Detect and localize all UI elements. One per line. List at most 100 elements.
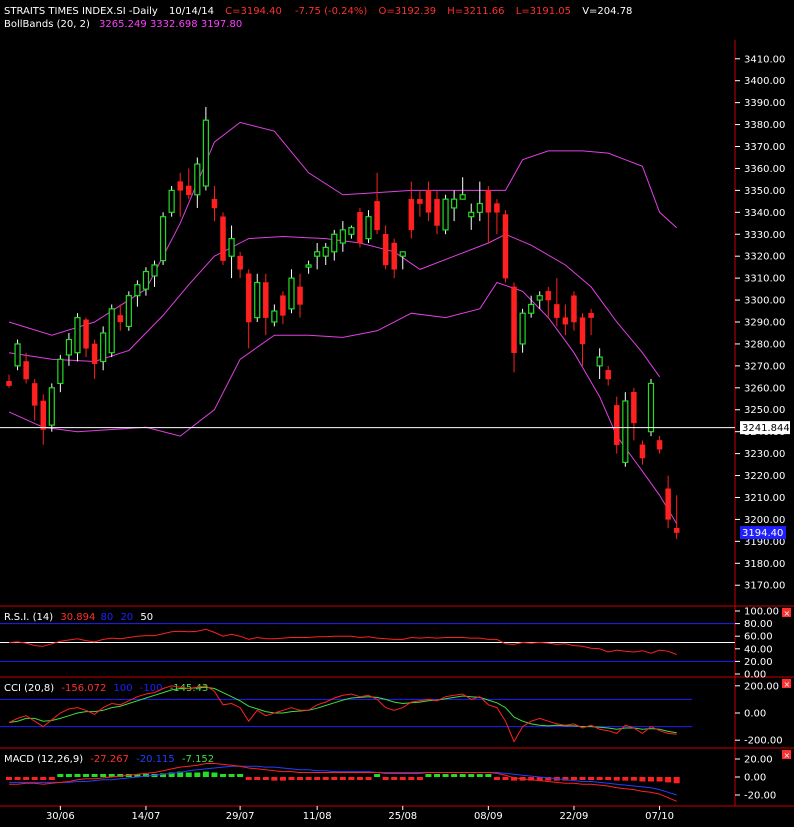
candle-body-down [639, 444, 646, 459]
macd-hist-bar-up [485, 774, 492, 777]
price-axis-ticks: 3410.00 3400.00 3390.00 3380.00 3370.00 3360.… [735, 54, 785, 592]
rsi-tick-label: 80.00 [744, 619, 773, 630]
macd-hist-bar-down [262, 777, 269, 780]
price-tick-label: 3170.00 [744, 581, 785, 592]
candle-body-down [186, 185, 192, 196]
macd-hist-bar-up [468, 774, 475, 777]
price-tick-label: 3350.00 [744, 186, 785, 197]
price-tick-label: 3370.00 [744, 142, 785, 153]
macd-hist-bar-up [100, 774, 107, 777]
price-tick-label: 3230.00 [744, 449, 785, 460]
candle-body-down [263, 282, 269, 318]
macd-hist-bar-down [399, 777, 406, 780]
date-tick-label: 14/07 [132, 811, 161, 822]
macd-hist-bar-down [588, 777, 595, 780]
candle-body-up [339, 229, 346, 244]
candle-body-down [245, 273, 252, 323]
date-tick-label: 08/09 [474, 811, 503, 822]
macd-hist-bar-down [382, 777, 389, 780]
macd-hist-bar-down [365, 777, 372, 780]
instrument-title: STRAITS TIMES INDEX.SI -Daily [4, 6, 158, 17]
macd-hist-bar-up [459, 774, 466, 777]
macd-hist-bar-down [648, 777, 654, 782]
macd-hist-bar-up [83, 774, 90, 777]
candle-body-up [168, 189, 175, 213]
price-tick-label: 3310.00 [744, 274, 785, 285]
macd-hist-bar-down [14, 777, 21, 780]
crosshair-price-label: 3241.844 [742, 423, 790, 434]
candle-body-up [100, 332, 107, 363]
candle-body-down [502, 214, 509, 279]
candle-body-up [151, 264, 158, 277]
macd-hist-bar-down [48, 777, 55, 780]
price-tick-label: 3390.00 [744, 98, 785, 109]
macd-hist-bar-up [211, 772, 218, 777]
macd-hist-bar-up [194, 772, 201, 777]
price-tick-label: 3210.00 [744, 493, 785, 504]
date-axis-ticks: 30/06 14/07 29/07 11/08 25/08 08/09 22/09 07/10 [46, 806, 674, 822]
cci-close-button[interactable]: × [782, 679, 791, 689]
candle-body-up [57, 358, 64, 385]
macd-close-button[interactable]: × [782, 750, 791, 760]
low-value: L=3191.05 [516, 6, 571, 17]
close-icon: × [784, 680, 791, 689]
macd-hist-bar-up [74, 774, 81, 777]
macd-tick-label: 0.00 [744, 773, 766, 784]
close-value: C=3194.40 [225, 6, 282, 17]
price-tick-label: 3300.00 [744, 296, 785, 307]
close-icon: × [784, 609, 791, 618]
rsi-tick-label: 20.00 [744, 657, 773, 668]
macd-hist-bar-down [656, 777, 663, 782]
candle-body-down [665, 488, 671, 520]
macd-line [9, 763, 677, 802]
macd-hist-bar-down [579, 777, 586, 780]
candle-body-down [280, 295, 286, 316]
date-tick-label: 30/06 [46, 811, 75, 822]
macd-hist-bar-up [202, 771, 209, 777]
candle-body-down [485, 190, 492, 213]
macd-hist-bar-up [425, 774, 432, 777]
candle-body-up [596, 356, 603, 367]
macd-hist-bar-up [57, 774, 64, 777]
candle-body-up [125, 295, 132, 327]
macd-hist-bar-down [322, 777, 329, 780]
bollinger-legend: BollBands (20, 2) 3265.249 3332.698 3197… [4, 19, 242, 30]
macd-hist-bar-up [451, 774, 458, 777]
macd-hist-bar-down [31, 777, 38, 780]
price-tick-label: 3290.00 [744, 318, 785, 329]
macd-hist-bar-down [40, 777, 47, 780]
candle-body-up [468, 211, 475, 218]
candle-body-up [228, 238, 235, 257]
rsi-legend: R.S.I. (14) 30.894 80 20 50 [4, 612, 153, 623]
cci-tick-label: -200.00 [744, 736, 783, 747]
price-tick-label: 3250.00 [744, 405, 785, 416]
candle-body-down [91, 343, 98, 364]
candle-body-down [374, 201, 380, 231]
rsi-close-button[interactable]: × [782, 608, 791, 618]
macd-hist-bar-down [630, 777, 637, 781]
candle-body-up [134, 284, 141, 297]
date-tick-label: 29/07 [226, 811, 255, 822]
macd-hist-bar-down [673, 777, 680, 784]
last-price-label: 3194.40 [742, 528, 783, 539]
candle-body-down [382, 234, 389, 266]
price-tick-label: 3400.00 [744, 76, 785, 87]
macd-hist-bar-up [237, 774, 244, 777]
macd-hist-bar-down [314, 777, 321, 780]
candle-body-down [391, 242, 397, 270]
macd-hist-bar-down [416, 777, 423, 780]
candle-body-down [511, 286, 517, 353]
price-tick-label: 3410.00 [744, 54, 785, 65]
candle-body-up [14, 343, 21, 367]
macd-label: MACD (12,26,9) [4, 754, 83, 765]
cci-lower-level: -100 [140, 683, 163, 694]
macd-hist-bar-down [279, 777, 286, 781]
high-value: H=3211.66 [447, 6, 504, 17]
macd-hist-bar-down [639, 777, 646, 782]
macd-hist-bar-up [374, 774, 381, 777]
cci-tick-label: 200.00 [744, 681, 779, 692]
candle-body-down [494, 203, 500, 213]
price-tick-label: 3200.00 [744, 515, 785, 526]
rsi-value: 30.894 [60, 612, 95, 623]
candle-body-down [554, 304, 560, 318]
